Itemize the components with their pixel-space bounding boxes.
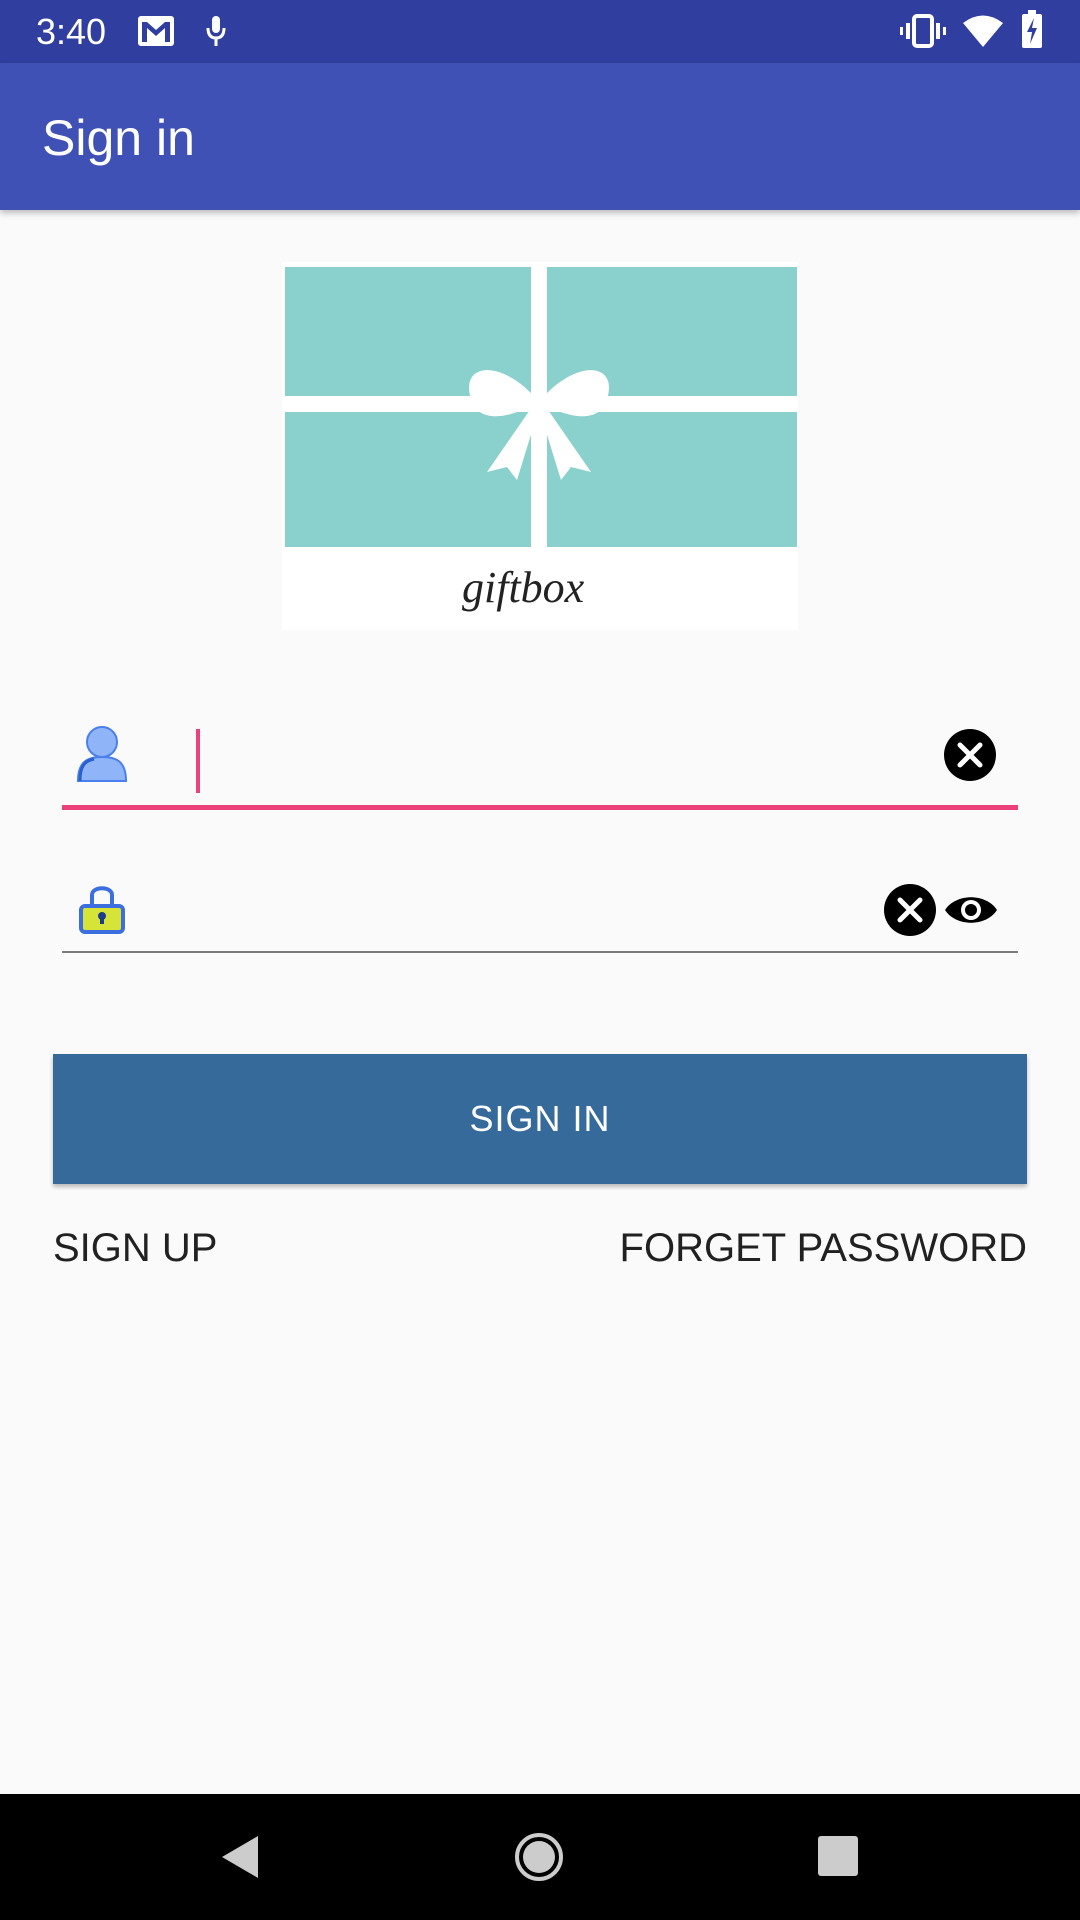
navigation-bar (0, 1794, 1080, 1920)
recents-icon[interactable] (818, 1836, 858, 1876)
signin-button[interactable]: SIGN IN (53, 1054, 1027, 1184)
password-field[interactable] (62, 870, 1018, 953)
text-cursor (196, 729, 200, 793)
back-icon[interactable] (218, 1834, 260, 1880)
status-time: 3:40 (36, 11, 107, 52)
password-underline (62, 951, 1018, 953)
username-field[interactable] (62, 715, 1018, 810)
forget-password-link[interactable]: FORGET PASSWORD (620, 1222, 1027, 1274)
clear-icon[interactable] (884, 884, 936, 936)
page-title: Sign in (42, 110, 195, 166)
lock-icon (79, 886, 125, 934)
logo-text: giftbox (462, 563, 585, 612)
user-icon (76, 726, 128, 782)
gmail-icon (138, 16, 174, 46)
app-bar: Sign in (0, 63, 1080, 210)
username-underline (62, 805, 1018, 810)
username-input[interactable] (194, 725, 854, 785)
vibrate-icon (900, 14, 946, 48)
status-bar: 3:40 (0, 0, 1080, 63)
home-icon[interactable] (514, 1832, 564, 1882)
signup-link[interactable]: SIGN UP (53, 1222, 217, 1274)
password-input[interactable] (194, 880, 854, 940)
microphone-icon (206, 16, 226, 46)
eye-icon[interactable] (944, 892, 998, 928)
battery-charging-icon (1022, 10, 1042, 48)
clear-icon[interactable] (944, 729, 996, 781)
giftbox-logo: giftbox (282, 262, 798, 630)
wifi-icon (963, 15, 1003, 47)
